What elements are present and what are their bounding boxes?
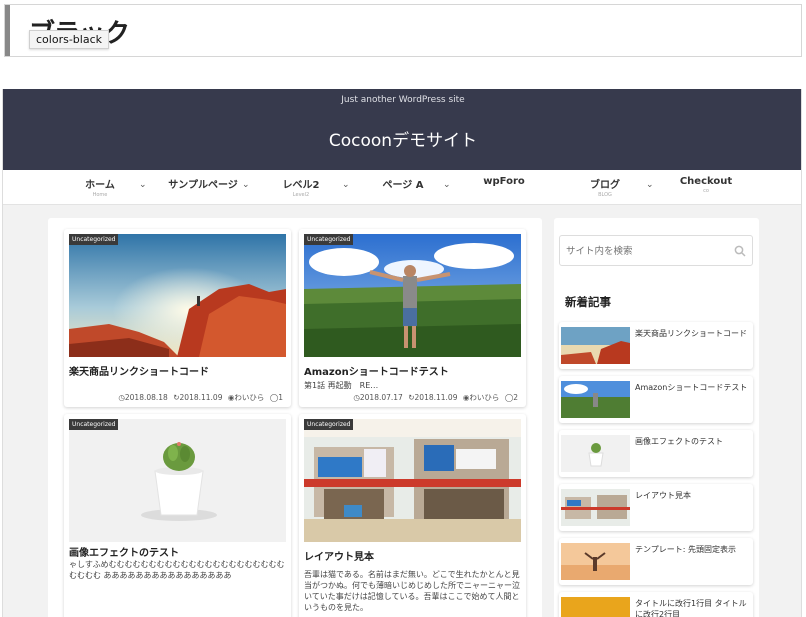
main-navigation: ホーム Home ⌄ サンプルページ ⌄ レベル2 Level2 ⌄ ページ A… bbox=[3, 170, 801, 205]
search-box bbox=[559, 235, 753, 266]
recent-post-item[interactable]: 楽天商品リンクショートコード bbox=[559, 322, 753, 369]
category-badge[interactable]: Uncategorized bbox=[304, 419, 354, 430]
nav-item-checkout[interactable]: Checkout co bbox=[661, 170, 751, 205]
post-author[interactable]: わいひら bbox=[234, 393, 264, 402]
recent-post-item[interactable]: Amazonショートコードテスト bbox=[559, 376, 753, 423]
recent-post-item[interactable]: 画像エフェクトのテスト bbox=[559, 430, 753, 477]
beach-sunset-image bbox=[561, 543, 630, 580]
recent-post-item[interactable]: レイアウト見本 bbox=[559, 484, 753, 531]
thumbnail-svg bbox=[561, 489, 630, 526]
sidebar: 新着記事 楽天商品リンクショートコード Amazonショートコードテスト bbox=[554, 218, 759, 617]
recent-post-title[interactable]: Amazonショートコードテスト bbox=[635, 382, 751, 393]
category-badge[interactable]: Uncategorized bbox=[69, 419, 119, 430]
thumbnail-svg bbox=[561, 435, 630, 472]
post-snippet: 第1話 再起動 RE… bbox=[304, 381, 379, 390]
chevron-down-icon: ⌄ bbox=[646, 180, 654, 190]
yellow-abstract-image bbox=[561, 597, 630, 617]
left-accent-bar bbox=[5, 5, 10, 56]
nav-label: レベル2 bbox=[282, 180, 320, 191]
comment-icon: ◯ bbox=[504, 393, 514, 402]
post-date: 2018.08.18 bbox=[124, 393, 168, 402]
nav-label: ホーム bbox=[85, 180, 115, 191]
top-sample-card: ブラック colors-black bbox=[4, 4, 802, 57]
category-badge[interactable]: Uncategorized bbox=[304, 234, 354, 245]
tooltip: colors-black bbox=[29, 30, 109, 49]
comment-count: 2 bbox=[513, 393, 518, 402]
nav-label: サンプルページ bbox=[168, 180, 238, 191]
thumbnail-svg bbox=[561, 597, 630, 617]
post-updated: 2018.11.09 bbox=[179, 393, 223, 402]
site-header: Just another WordPress site Cocoonデモサイト bbox=[3, 89, 801, 170]
thumbnail-svg bbox=[304, 419, 521, 542]
cactus-pot-image bbox=[561, 435, 630, 472]
recent-post-item[interactable]: テンプレート: 先頭固定表示 bbox=[559, 538, 753, 585]
search-input[interactable] bbox=[566, 243, 726, 259]
recent-post-title[interactable]: 画像エフェクトのテスト bbox=[635, 436, 751, 447]
post-card[interactable]: Uncategorized 楽天商品リンクショートコード ◷2018.08.18… bbox=[64, 229, 291, 407]
chevron-down-icon: ⌄ bbox=[242, 180, 250, 190]
post-author[interactable]: わいひら bbox=[469, 393, 499, 402]
main-content: Uncategorized 楽天商品リンクショートコード ◷2018.08.18… bbox=[48, 218, 542, 617]
nav-sublabel: Home bbox=[92, 192, 108, 198]
chevron-down-icon: ⌄ bbox=[342, 180, 350, 190]
recent-post-title[interactable]: レイアウト見本 bbox=[635, 490, 751, 501]
red-rock-canyon-image[interactable] bbox=[69, 234, 286, 357]
man-arms-open-image[interactable] bbox=[304, 234, 521, 357]
nav-sublabel: Level2 bbox=[292, 192, 310, 198]
nav-item-sample-page[interactable]: サンプルページ ⌄ bbox=[158, 170, 250, 205]
thumbnail-svg bbox=[561, 327, 630, 364]
post-title[interactable]: Amazonショートコードテスト bbox=[304, 363, 449, 378]
post-meta: ◷2018.08.18 ↻2018.11.09 ◉わいひら ◯1 bbox=[118, 392, 283, 403]
nav-item-blog[interactable]: ブログ BLOG ⌄ bbox=[560, 170, 654, 205]
thumbnail-svg bbox=[69, 419, 286, 542]
site-preview: Just another WordPress site Cocoonデモサイト … bbox=[2, 89, 802, 617]
post-card[interactable]: Uncategorized レイアウト見本 吾輩は猫である。名前はまだ無い。どこ… bbox=[299, 414, 526, 617]
nav-label: ブログ bbox=[590, 180, 620, 191]
nav-sublabel: BLOG bbox=[598, 192, 612, 198]
post-snippet: ゃしすふめむむむむむむむむむむむむむむむむむむむむむむむむむむ ああああああああ… bbox=[69, 560, 285, 580]
recent-post-title[interactable]: テンプレート: 先頭固定表示 bbox=[635, 544, 751, 555]
site-title[interactable]: Cocoonデモサイト bbox=[3, 126, 801, 151]
thumbnail-svg bbox=[304, 234, 521, 357]
search-icon[interactable] bbox=[734, 245, 746, 257]
post-title[interactable]: 楽天商品リンクショートコード bbox=[69, 363, 209, 378]
street-shops-image bbox=[561, 489, 630, 526]
comment-count: 1 bbox=[278, 393, 283, 402]
post-snippet: 吾輩は猫である。名前はまだ無い。どこで生れたかとんと見当がつかぬ。何でも薄暗いじ… bbox=[304, 570, 520, 612]
post-meta: ◷2018.07.17 ↻2018.11.09 ◉わいひら ◯2 bbox=[353, 392, 518, 403]
chevron-down-icon: ⌄ bbox=[139, 180, 147, 190]
nav-item-page-a[interactable]: ページ A ⌄ bbox=[358, 170, 451, 205]
site-tagline: Just another WordPress site bbox=[341, 95, 465, 105]
street-shops-image[interactable] bbox=[304, 419, 521, 542]
post-title[interactable]: 画像エフェクトのテスト bbox=[69, 544, 179, 559]
red-rock-canyon-image bbox=[561, 327, 630, 364]
category-badge[interactable]: Uncategorized bbox=[69, 234, 119, 245]
post-title[interactable]: レイアウト見本 bbox=[304, 548, 374, 563]
nav-sublabel: co bbox=[703, 188, 709, 194]
recent-posts-heading: 新着記事 bbox=[565, 295, 611, 309]
recent-post-item[interactable]: タイトルに改行1行目 タイトルに改行2行目 bbox=[559, 592, 753, 617]
nav-label: Checkout bbox=[679, 176, 733, 187]
post-updated: 2018.11.09 bbox=[414, 393, 458, 402]
nav-item-home[interactable]: ホーム Home ⌄ bbox=[55, 170, 147, 205]
nav-label: wpForo bbox=[483, 176, 525, 187]
recent-post-title[interactable]: 楽天商品リンクショートコード bbox=[635, 328, 751, 339]
cactus-pot-image[interactable] bbox=[69, 419, 286, 542]
post-card[interactable]: Uncategorized Amazonショートコードテスト 第1話 再起動 R… bbox=[299, 229, 526, 407]
nav-item-wpforo[interactable]: wpForo bbox=[459, 170, 549, 205]
chevron-down-icon: ⌄ bbox=[443, 180, 451, 190]
nav-label: ページ A bbox=[382, 180, 424, 191]
comment-icon: ◯ bbox=[269, 393, 279, 402]
nav-item-level2[interactable]: レベル2 Level2 ⌄ bbox=[256, 170, 350, 205]
thumbnail-svg bbox=[561, 543, 630, 580]
recent-post-title[interactable]: タイトルに改行1行目 タイトルに改行2行目 bbox=[635, 598, 751, 617]
post-card[interactable]: Uncategorized 画像エフェクトのテスト ゃしすふめむむむむむむむむむ… bbox=[64, 414, 291, 617]
thumbnail-svg bbox=[561, 381, 630, 418]
thumbnail-svg bbox=[69, 234, 286, 357]
post-date: 2018.07.17 bbox=[359, 393, 403, 402]
man-arms-open-image bbox=[561, 381, 630, 418]
